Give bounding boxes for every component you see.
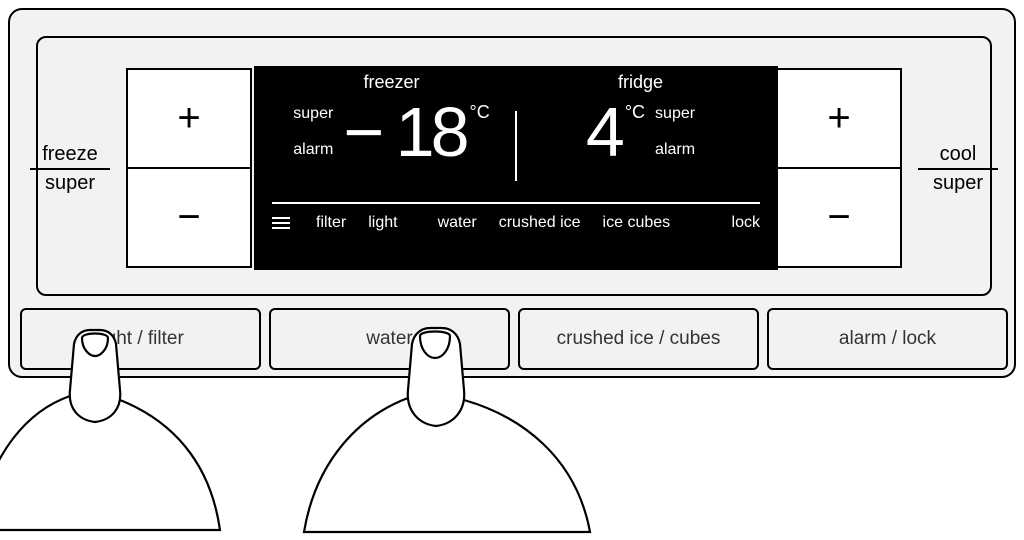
lcd-display: freezer super alarm − 18 °C fri [254,66,778,270]
lcd-crushed-ice: crushed ice [499,214,581,232]
super-label-right: super [918,170,998,195]
hand-right-icon [300,320,600,540]
fridge-temp-value: 4 [586,97,621,167]
fridge-super-indicator: super [655,105,695,123]
fridge-alarm-indicator: alarm [655,141,695,159]
fridge-plus-button[interactable]: + [776,68,902,169]
super-label-left: super [30,170,110,195]
lcd-lock: lock [732,214,760,232]
lcd-bottom-row: filter light water crushed ice ice cubes… [272,204,760,242]
fridge-temp-row: 4 °C super alarm [521,97,760,167]
vertical-divider [515,111,517,181]
hand-left-icon [0,320,250,540]
freezer-temp-controls: + − [126,68,252,268]
fridge-minus-button[interactable]: − [776,169,902,268]
fridge-title: fridge [618,72,663,93]
lcd-water: water [438,214,477,232]
lcd-ice-cubes: ice cubes [603,214,671,232]
display-frame: freeze super cool super + − + − freezer … [36,36,992,296]
freeze-super-label: freeze super [30,143,110,195]
lcd-filter: filter [316,214,346,232]
lcd-top: freezer super alarm − 18 °C fri [272,72,760,200]
freezer-temp-value: − 18 [343,97,465,167]
freezer-minus-button[interactable]: − [126,169,252,268]
freezer-temp-unit: °C [470,103,490,121]
cool-super-label: cool super [918,143,998,195]
lcd-light: light [368,214,397,232]
fridge-indicators: super alarm [655,105,695,159]
freezer-title: freezer [363,72,419,93]
freezer-super-indicator: super [293,105,333,123]
fridge-zone: fridge 4 °C super alarm [521,72,760,200]
freezer-temp-row: super alarm − 18 °C [272,97,511,167]
fridge-temp: 4 °C [586,97,645,167]
freezer-zone: freezer super alarm − 18 °C [272,72,511,200]
alarm-lock-button[interactable]: alarm / lock [767,308,1008,370]
menu-icon [272,217,290,229]
freezer-plus-button[interactable]: + [126,68,252,169]
freezer-temp: − 18 °C [343,97,489,167]
cool-label: cool [918,143,998,170]
freezer-indicators: super alarm [293,105,333,159]
fridge-temp-controls: + − [776,68,902,268]
freeze-label: freeze [30,143,110,170]
freezer-alarm-indicator: alarm [293,141,333,159]
fridge-temp-unit: °C [625,103,645,121]
